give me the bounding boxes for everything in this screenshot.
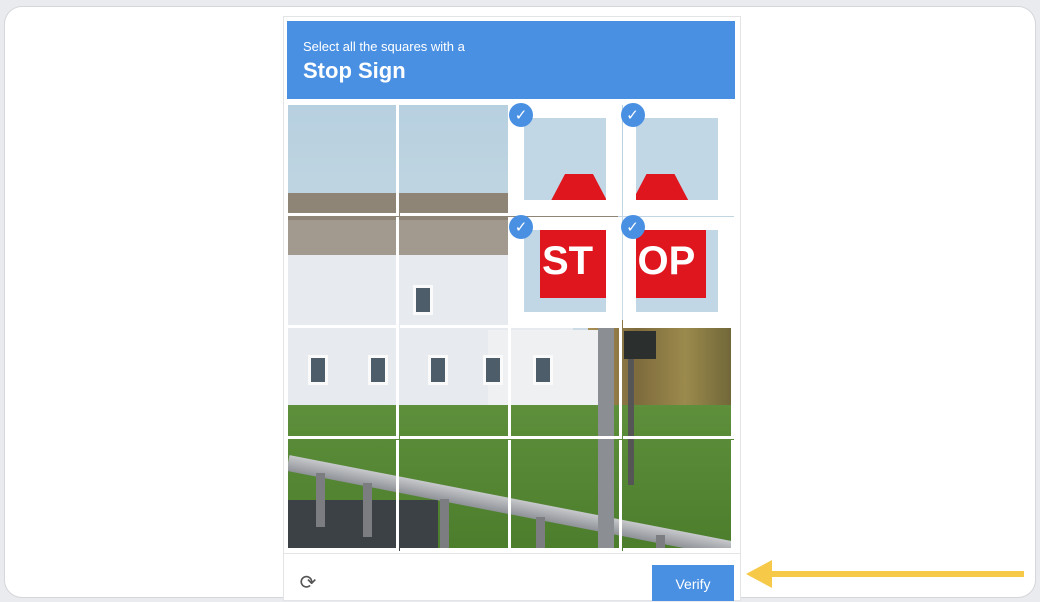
checkmark-icon: ✓	[620, 214, 645, 239]
grid-tile[interactable]	[622, 328, 734, 439]
grid-tile[interactable]	[399, 105, 511, 216]
grid-tile[interactable]	[288, 105, 399, 216]
stop-sign-fragment	[544, 174, 606, 200]
grid-tile[interactable]	[288, 216, 399, 328]
instruction-text: Select all the squares with a	[303, 39, 465, 54]
checkmark-icon: ✓	[620, 103, 645, 127]
grid-tile[interactable]	[399, 328, 511, 439]
grid-tile[interactable]: OP ✓	[620, 214, 734, 328]
tile-image	[635, 118, 718, 200]
tile-image	[524, 118, 606, 200]
grid-tiles: ✓ ✓ ST ✓ OP ✓	[288, 103, 734, 551]
checkmark-icon: ✓	[509, 103, 533, 127]
tile-image: OP	[635, 229, 718, 312]
image-grid: ✓ ✓ ST ✓ OP ✓	[288, 103, 734, 551]
stop-sign-fragment: OP	[635, 229, 706, 298]
footer-divider	[284, 553, 740, 554]
grid-tile[interactable]	[288, 439, 399, 551]
verify-button[interactable]: Verify	[652, 565, 734, 601]
grid-tile[interactable]	[399, 439, 511, 551]
grid-tile[interactable]	[511, 439, 622, 551]
captcha-header: Select all the squares with a Stop Sign	[287, 21, 735, 99]
tile-image: ST	[524, 229, 606, 312]
arrow-icon	[746, 560, 1024, 588]
stop-sign-fragment: ST	[540, 229, 606, 298]
grid-tile[interactable]	[511, 328, 622, 439]
grid-tile[interactable]: ✓	[620, 103, 734, 216]
grid-tile[interactable]	[399, 216, 511, 328]
stop-sign-fragment	[635, 174, 696, 200]
grid-tile[interactable]: ST ✓	[509, 214, 622, 328]
reload-icon[interactable]: ⟳	[296, 570, 320, 594]
captcha-widget: Select all the squares with a Stop Sign	[283, 16, 741, 601]
grid-tile[interactable]: ✓	[509, 103, 622, 216]
target-label: Stop Sign	[303, 58, 406, 83]
grid-tile[interactable]	[622, 439, 734, 551]
checkmark-icon: ✓	[509, 214, 533, 239]
grid-tile[interactable]	[288, 328, 399, 439]
